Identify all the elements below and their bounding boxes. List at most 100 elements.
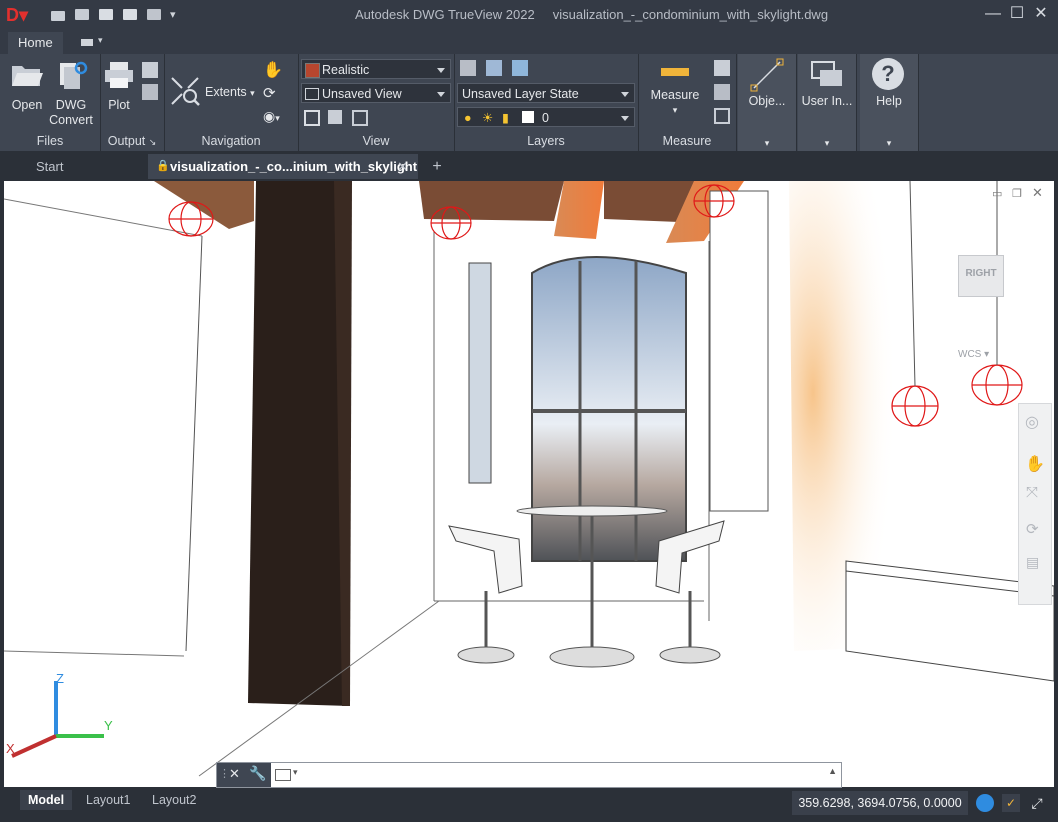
ucs-z-label: Z (56, 671, 64, 686)
pan-hand-icon[interactable]: ✋ (1025, 454, 1045, 474)
panel-view: Realistic Unsaved View View (298, 54, 455, 151)
command-line-toolbar: ⋮ ✕ 🔧 (217, 763, 271, 787)
object-line-icon (750, 58, 784, 92)
quick-access-toolbar: ▾ (50, 6, 180, 24)
view-panel-label: View (362, 134, 390, 148)
tab-layout2[interactable]: Layout2 (144, 790, 204, 810)
quick-measure-icon[interactable] (714, 108, 730, 124)
panel-object[interactable]: Obje... ▾ (738, 54, 797, 151)
viewport-minimize-icon[interactable]: ▭ (992, 187, 1002, 200)
hardware-acceleration-icon[interactable]: ✓ (1002, 794, 1020, 812)
tab-home[interactable]: Home (8, 32, 63, 54)
visual-style-dropdown[interactable]: Realistic (301, 59, 451, 79)
layer-state-icon[interactable] (512, 60, 528, 76)
chevron-up-icon[interactable]: ▲ (828, 766, 837, 776)
app-name: Autodesk DWG TrueView 2022 (355, 7, 535, 22)
zoom-extents-icon[interactable]: ⤧ (1026, 484, 1038, 501)
layer-color-swatch (522, 111, 534, 123)
open-folder-icon[interactable] (50, 6, 68, 24)
viewport-restore-icon[interactable]: ❐ (1012, 187, 1022, 200)
plot-label: Plot (108, 98, 130, 112)
tab-layout1[interactable]: Layout1 (78, 790, 138, 810)
close-icon[interactable]: ✕ (229, 766, 240, 782)
wrench-icon[interactable]: 🔧 (249, 765, 266, 782)
dwg-convert-button[interactable]: DWG Convert (48, 60, 94, 128)
id-point-icon[interactable] (714, 84, 730, 100)
measure-button[interactable]: Measure ▾ (646, 68, 704, 118)
batch-plot-icon[interactable] (142, 62, 158, 78)
app-logo-icon[interactable]: D▾ (6, 5, 28, 25)
close-button[interactable]: ✕ (1030, 4, 1052, 24)
dwg-convert-icon[interactable] (74, 6, 92, 24)
chevron-down-icon[interactable]: ▾ (293, 767, 298, 778)
dialog-launcher-icon[interactable]: ↘ (149, 137, 157, 147)
showmotion-icon[interactable]: ▤ (1026, 554, 1039, 571)
new-tab-button[interactable]: + (426, 154, 448, 179)
list-icon[interactable] (714, 60, 730, 76)
panel-navigation: Extents ▾ ✋ ⟳ ◉▾ Navigation (164, 54, 299, 151)
minimize-button[interactable]: — (982, 4, 1004, 24)
extents-label: Extents (205, 85, 247, 99)
panel-help[interactable]: ? Help ▾ (860, 54, 919, 151)
preview-icon[interactable] (142, 84, 158, 100)
layer-state-dropdown[interactable]: Unsaved Layer State (457, 83, 635, 103)
extents-dropdown[interactable]: Extents ▾ (205, 85, 255, 99)
chevron-down-icon: ▾ (824, 138, 830, 148)
output-label: Output (107, 134, 146, 148)
dwg-convert-label: DWG Convert (49, 98, 93, 127)
orbit-icon[interactable]: ⟳ (1026, 520, 1039, 538)
pan-hand-icon[interactable]: ✋ (263, 60, 283, 80)
viewport-close-icon[interactable]: ✕ (1032, 185, 1043, 201)
help-question-icon: ? (872, 58, 904, 90)
orbit-icon[interactable]: ⟳ (263, 84, 276, 102)
layer-freeze-icon[interactable] (486, 60, 502, 76)
wcs-menu[interactable]: WCS ▾ (958, 349, 989, 360)
ucs-y-label: Y (104, 718, 113, 733)
lock-icon: 🔒 (156, 160, 170, 172)
steering-wheel-icon[interactable]: ◎ (1025, 412, 1039, 432)
restore-button[interactable]: ☐ (1006, 4, 1028, 24)
isolate-objects-icon[interactable] (976, 794, 994, 812)
command-line: ⋮ ✕ 🔧 ▾ ▲ (216, 762, 842, 788)
view-manager-icon[interactable] (352, 110, 368, 126)
navigation-panel-label: Navigation (201, 134, 261, 148)
layer-properties-icon[interactable] (460, 60, 476, 76)
measure-panel-label: Measure (662, 134, 712, 148)
chevron-down-icon: ▾ (886, 138, 892, 148)
dwg-convert-icon (60, 61, 88, 89)
cube-view-icon[interactable] (304, 110, 320, 126)
viewcube[interactable]: RIGHT (958, 255, 1004, 297)
doc-tab-drawing[interactable]: 🔒 visualization_-_co...inium_with_skylig… (148, 154, 418, 179)
tab-model[interactable]: Model (20, 790, 73, 810)
shaded-view-icon[interactable] (328, 110, 342, 124)
qat-dropdown-icon[interactable]: ▾ (170, 6, 180, 24)
plot-button[interactable]: Plot (100, 60, 138, 113)
command-input[interactable] (307, 765, 821, 785)
layers-panel-label: Layers (527, 134, 565, 148)
panel-user-interface[interactable]: User In... ▾ (798, 54, 857, 151)
open-button[interactable]: Open (6, 60, 48, 113)
panel-files: Open DWG Convert Files (0, 54, 101, 151)
file-name: visualization_-_condominium_with_skyligh… (552, 7, 829, 22)
command-prompt-icon[interactable] (275, 769, 291, 781)
ucs-x-label: X (6, 741, 15, 756)
zoom-extents-icon[interactable] (170, 76, 200, 106)
close-tab-icon[interactable]: ✕ (397, 154, 408, 179)
panel-output: Plot Output ↘ (100, 54, 165, 151)
steering-wheel-icon[interactable]: ◉▾ (263, 108, 280, 125)
chevron-down-icon: ▾ (98, 35, 103, 45)
clean-screen-icon[interactable]: ⤢ (1028, 794, 1046, 812)
current-layer-dropdown[interactable]: ● ☀ ▮ 0 (457, 107, 635, 127)
panel-measure: Measure ▾ Measure (638, 54, 737, 151)
chevron-down-icon: ▾ (672, 105, 678, 115)
measure-label: Measure (650, 88, 700, 102)
ribbon-minimize-toggle[interactable]: ▾ (72, 35, 106, 51)
named-view-dropdown[interactable]: Unsaved View (301, 83, 451, 103)
drawing-viewport[interactable]: Z Y X ▭ ❐ ✕ ◎ ✋ ⤧ ⟳ ▤ (4, 181, 1054, 787)
batch-plot-icon[interactable] (122, 6, 140, 24)
chevron-down-icon (437, 92, 445, 97)
ribbon: Open DWG Convert Files Plot Output ↘ Ext… (0, 54, 1058, 151)
doc-tab-start[interactable]: Start (30, 154, 146, 179)
preview-icon[interactable] (146, 6, 164, 24)
plot-icon[interactable] (98, 6, 116, 24)
